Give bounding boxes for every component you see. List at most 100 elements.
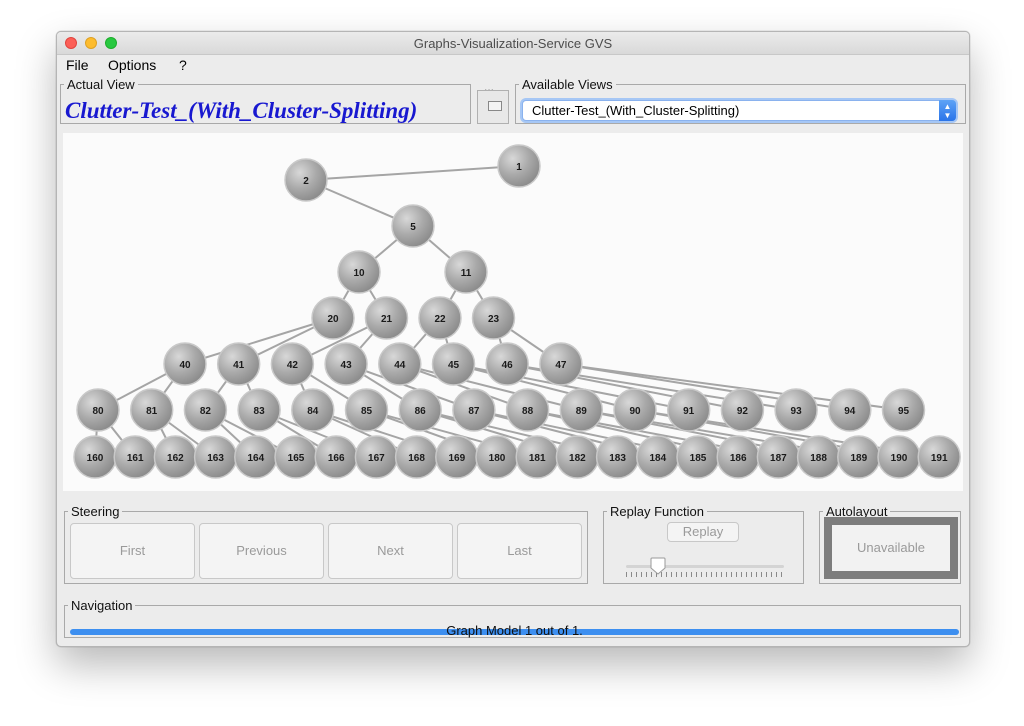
graph-node-42[interactable]: 42 — [270, 342, 315, 386]
next-button[interactable]: Next — [328, 523, 453, 579]
graph-node-43[interactable]: 43 — [324, 342, 368, 386]
autolayout-frame: Unavailable — [824, 517, 958, 579]
graph-node-label: 89 — [576, 406, 588, 417]
graph-node-1[interactable]: 1 — [497, 144, 541, 188]
graph-node-87[interactable]: 87 — [452, 388, 496, 432]
graph-node-41[interactable]: 41 — [216, 342, 261, 386]
replay-button[interactable]: Replay — [667, 522, 739, 542]
menu-file[interactable]: File — [66, 57, 89, 73]
graph-node-label: 40 — [179, 360, 191, 371]
graph-node-185[interactable]: 185 — [676, 435, 720, 479]
menu-help[interactable]: ? — [179, 57, 187, 73]
graph-node-label: 163 — [207, 453, 224, 464]
graph-node-label: 190 — [891, 453, 908, 464]
graph-node-188[interactable]: 188 — [796, 435, 841, 479]
graph-node-45[interactable]: 45 — [431, 342, 476, 386]
graph-node-182[interactable]: 182 — [555, 435, 600, 479]
graph-node-46[interactable]: 46 — [485, 342, 529, 386]
graph-node-20[interactable]: 20 — [311, 296, 355, 340]
graph-node-21[interactable]: 21 — [364, 296, 409, 340]
graph-node-label: 165 — [288, 453, 305, 464]
last-button[interactable]: Last — [457, 523, 582, 579]
graph-node-44[interactable]: 44 — [378, 342, 422, 386]
graph-node-23[interactable]: 23 — [471, 296, 516, 340]
graph-node-190[interactable]: 190 — [877, 435, 921, 479]
graph-node-label: 2 — [303, 176, 309, 187]
graph-node-label: 161 — [127, 453, 144, 464]
graph-node-165[interactable]: 165 — [274, 435, 318, 479]
replay-slider-thumb[interactable] — [650, 557, 666, 575]
available-views-select[interactable]: Clutter-Test_(With_Cluster-Splitting) ▲ ▼ — [522, 100, 956, 121]
graph-node-label: 42 — [287, 360, 299, 371]
graph-node-187[interactable]: 187 — [756, 435, 801, 479]
graph-node-label: 80 — [92, 406, 104, 417]
graph-node-82[interactable]: 82 — [183, 388, 228, 432]
graph-node-166[interactable]: 166 — [314, 435, 358, 479]
graph-node-183[interactable]: 183 — [595, 435, 640, 479]
graph-node-84[interactable]: 84 — [291, 388, 335, 432]
graph-node-162[interactable]: 162 — [153, 435, 198, 479]
graph-node-86[interactable]: 86 — [398, 388, 442, 432]
replay-group: Replay Function Replay — [603, 504, 804, 584]
graph-node-80[interactable]: 80 — [76, 388, 120, 432]
graph-node-label: 88 — [522, 406, 534, 417]
graph-node-40[interactable]: 40 — [163, 342, 207, 386]
unavailable-button[interactable]: Unavailable — [832, 525, 950, 571]
graph-node-47[interactable]: 47 — [539, 342, 583, 386]
graph-node-164[interactable]: 164 — [234, 435, 278, 479]
graph-node-2[interactable]: 2 — [284, 158, 328, 202]
actual-view-title: Clutter-Test_(With_Cluster-Splitting) — [65, 98, 418, 123]
graph-node-160[interactable]: 160 — [73, 435, 117, 479]
graph-node-label: 10 — [353, 268, 365, 279]
graph-node-186[interactable]: 186 — [716, 435, 760, 479]
actual-view-group: Actual View Clutter-Test_(With_Cluster-S… — [60, 77, 471, 124]
first-button[interactable]: First — [70, 523, 195, 579]
graph-node-label: 22 — [434, 314, 446, 325]
menu-options[interactable]: Options — [108, 57, 156, 73]
graph-node-label: 93 — [791, 406, 803, 417]
graph-node-label: 167 — [368, 453, 385, 464]
graph-node-81[interactable]: 81 — [129, 388, 174, 432]
graph-node-89[interactable]: 89 — [559, 388, 604, 432]
graph-node-161[interactable]: 161 — [113, 435, 157, 479]
graph-node-22[interactable]: 22 — [418, 296, 462, 340]
graph-node-label: 90 — [629, 406, 641, 417]
available-views-selected: Clutter-Test_(With_Cluster-Splitting) — [532, 103, 740, 118]
graph-node-180[interactable]: 180 — [475, 435, 519, 479]
graph-node-5[interactable]: 5 — [391, 204, 435, 248]
available-views-group: Available Views Clutter-Test_(With_Clust… — [515, 77, 966, 124]
graph-node-91[interactable]: 91 — [666, 388, 711, 432]
graph-node-label: 183 — [609, 453, 626, 464]
graph-node-label: 185 — [690, 453, 707, 464]
graph-node-11[interactable]: 11 — [444, 250, 488, 294]
graph-node-181[interactable]: 181 — [515, 435, 559, 479]
graph-node-label: 1 — [516, 162, 522, 173]
graph-node-93[interactable]: 93 — [774, 388, 818, 432]
graph-node-label: 20 — [327, 314, 339, 325]
graph-node-label: 45 — [448, 360, 460, 371]
graph-node-90[interactable]: 90 — [613, 388, 657, 432]
graph-node-label: 83 — [254, 406, 266, 417]
graph-node-189[interactable]: 189 — [837, 435, 881, 479]
graph-node-95[interactable]: 95 — [881, 388, 926, 432]
graph-node-83[interactable]: 83 — [237, 388, 281, 432]
graph-node-label: 46 — [502, 360, 514, 371]
graph-node-85[interactable]: 85 — [344, 388, 389, 432]
graph-node-169[interactable]: 169 — [435, 435, 479, 479]
graph-node-167[interactable]: 167 — [354, 435, 399, 479]
graph-node-184[interactable]: 184 — [636, 435, 680, 479]
graph-node-92[interactable]: 92 — [720, 388, 765, 432]
graph-node-10[interactable]: 10 — [337, 250, 381, 294]
graph-node-168[interactable]: 168 — [394, 435, 439, 479]
graph-node-163[interactable]: 163 — [193, 435, 238, 479]
graph-node-88[interactable]: 88 — [505, 388, 550, 432]
graph-node-label: 43 — [341, 360, 353, 371]
previous-button[interactable]: Previous — [199, 523, 324, 579]
window-title: Graphs-Visualization-Service GVS — [413, 36, 613, 51]
graph-node-94[interactable]: 94 — [828, 388, 872, 432]
view-toggle-button[interactable] — [488, 101, 502, 111]
steering-legend: Steering — [71, 504, 120, 519]
graph-node-label: 164 — [247, 453, 264, 464]
graph-canvas[interactable]: 1 2 5 10 11 20 21 22 23 40 41 42 43 44 45 46 47 80 81 82 83 8… — [63, 133, 963, 491]
graph-node-191[interactable]: 191 — [917, 435, 961, 479]
